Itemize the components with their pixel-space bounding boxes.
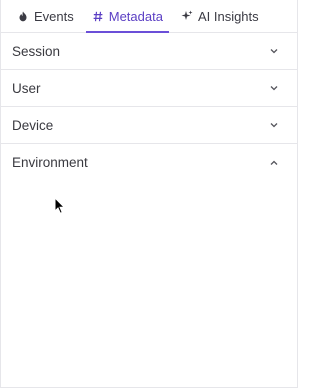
section-device-label: Device <box>12 117 54 133</box>
section-user[interactable]: User <box>1 70 297 107</box>
chevron-down-icon <box>269 46 279 56</box>
tab-events-label: Events <box>34 8 74 24</box>
chevron-down-icon <box>269 120 279 130</box>
hash-icon <box>92 11 104 22</box>
tab-ai-insights[interactable]: AI Insights <box>175 0 265 32</box>
chevron-down-icon <box>269 83 279 93</box>
section-device[interactable]: Device <box>1 107 297 144</box>
section-session-label: Session <box>12 43 61 59</box>
flame-icon <box>17 11 29 22</box>
metadata-panel: Events Metadata AI Insights Session User… <box>0 0 298 388</box>
tab-events[interactable]: Events <box>11 0 80 32</box>
chevron-up-icon <box>269 158 279 168</box>
section-session[interactable]: Session <box>1 33 297 70</box>
section-environment-label: Environment <box>12 155 88 170</box>
tab-ai-insights-label: AI Insights <box>197 8 259 24</box>
tab-metadata[interactable]: Metadata <box>85 0 170 33</box>
section-user-label: User <box>12 80 41 96</box>
sparkles-icon <box>181 10 193 22</box>
mouse-cursor-icon <box>54 196 66 215</box>
section-environment[interactable]: Environment <box>1 144 297 181</box>
tab-metadata-label: Metadata <box>108 8 163 24</box>
tab-bar: Events Metadata AI Insights <box>1 0 297 33</box>
